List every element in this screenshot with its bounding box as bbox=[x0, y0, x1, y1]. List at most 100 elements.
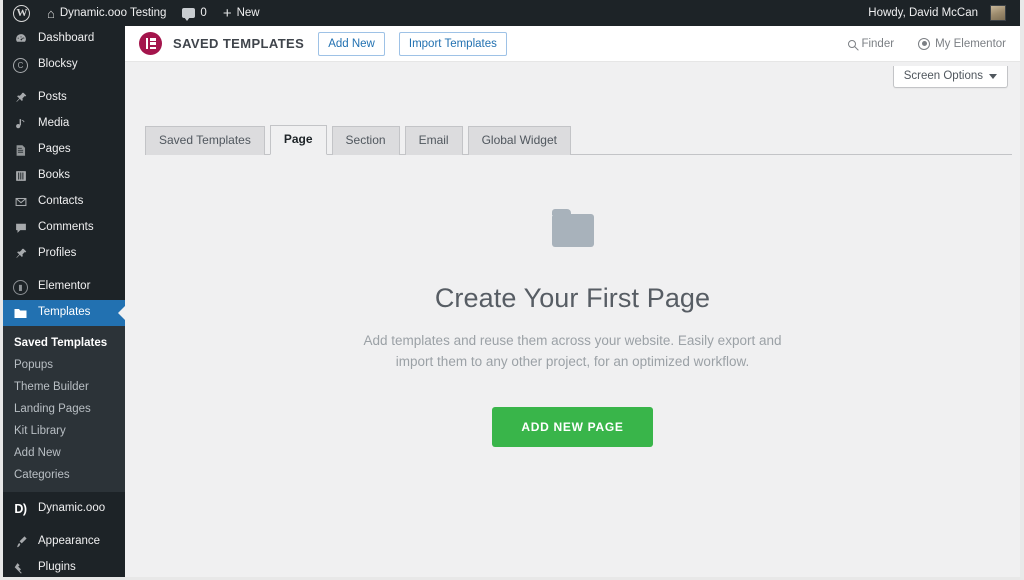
howdy-label: Howdy, David McCan bbox=[868, 7, 978, 19]
blocksy-icon: C bbox=[12, 57, 29, 74]
sidebar-item-kit-library[interactable]: Kit Library bbox=[3, 420, 125, 442]
screen-options-toggle[interactable]: Screen Options bbox=[892, 66, 1008, 88]
import-templates-button[interactable]: Import Templates bbox=[398, 31, 507, 56]
sidebar-item-dynamic-ooo[interactable]: D) Dynamic.ooo bbox=[3, 496, 125, 522]
sidebar-item-dashboard[interactable]: Dashboard bbox=[3, 26, 125, 52]
comments-menu[interactable]: 0 bbox=[174, 0, 214, 26]
sidebar-item-popups[interactable]: Popups bbox=[3, 354, 125, 376]
elementor-account-icon bbox=[918, 37, 931, 50]
account-menu[interactable]: Howdy, David McCan bbox=[860, 0, 1014, 26]
tab-global-widget[interactable]: Global Widget bbox=[467, 126, 571, 155]
sidebar-item-blocksy[interactable]: C Blocksy bbox=[3, 52, 125, 78]
finder-label: Finder bbox=[861, 37, 895, 50]
my-elementor-button[interactable]: My Elementor bbox=[918, 37, 1006, 50]
sidebar-item-comments[interactable]: Comments bbox=[3, 215, 125, 241]
plus-icon: + bbox=[222, 4, 232, 22]
sidebar-item-label: Books bbox=[38, 169, 70, 182]
sidebar-item-label: Templates bbox=[38, 306, 91, 319]
sidebar-item-label: Dynamic.ooo bbox=[38, 502, 106, 515]
sidebar-item-books[interactable]: Books bbox=[3, 163, 125, 189]
tab-page[interactable]: Page bbox=[269, 125, 327, 155]
sidebar-separator bbox=[3, 78, 125, 85]
dashboard-icon bbox=[12, 31, 29, 48]
sidebar-item-elementor[interactable]: ▮ Elementor bbox=[3, 274, 125, 300]
sidebar-item-label: Profiles bbox=[38, 247, 77, 260]
sidebar-item-theme-builder[interactable]: Theme Builder bbox=[3, 376, 125, 398]
sidebar-item-label: Elementor bbox=[38, 280, 91, 293]
sidebar-item-label: Posts bbox=[38, 91, 67, 104]
browser-window: W ⌂ Dynamic.ooo Testing 0 + New Howdy, D… bbox=[0, 0, 1024, 580]
sidebar-item-plugins[interactable]: Plugins bbox=[3, 555, 125, 577]
site-name-menu[interactable]: ⌂ Dynamic.ooo Testing bbox=[39, 0, 174, 26]
site-name-label: Dynamic.ooo Testing bbox=[59, 7, 167, 19]
new-content-menu[interactable]: + New bbox=[215, 0, 268, 26]
tab-saved-templates[interactable]: Saved Templates bbox=[145, 126, 265, 155]
comment-icon bbox=[12, 220, 29, 237]
plug-icon bbox=[12, 560, 29, 577]
empty-state-heading: Create Your First Page bbox=[434, 283, 711, 313]
page-icon bbox=[12, 142, 29, 159]
empty-state: Create Your First Page Add templates and… bbox=[125, 155, 1020, 447]
templates-submenu: Saved Templates Popups Theme Builder Lan… bbox=[3, 326, 125, 492]
avatar bbox=[990, 5, 1006, 21]
tab-section[interactable]: Section bbox=[331, 126, 400, 155]
folder-icon bbox=[551, 209, 594, 247]
sidebar-item-label: Blocksy bbox=[38, 58, 78, 71]
main-content: Screen Options Saved Templates Page Sect… bbox=[125, 62, 1020, 577]
elementor-header-right: Finder My Elementor bbox=[848, 37, 1006, 50]
sidebar-item-templates[interactable]: Templates bbox=[3, 300, 125, 326]
submenu-arrow-icon bbox=[118, 305, 125, 321]
search-icon bbox=[848, 39, 857, 48]
chevron-down-icon bbox=[989, 73, 997, 79]
sidebar-item-label: Pages bbox=[38, 143, 71, 156]
admin-sidebar: Dashboard C Blocksy Posts Media Pages Bo… bbox=[3, 26, 125, 577]
screen-meta-links: Screen Options bbox=[125, 62, 1020, 88]
sidebar-item-categories[interactable]: Categories bbox=[3, 464, 125, 486]
pin-icon bbox=[12, 90, 29, 107]
sidebar-separator bbox=[3, 267, 125, 274]
sidebar-item-saved-templates[interactable]: Saved Templates bbox=[3, 332, 125, 354]
elementor-icon: ▮ bbox=[12, 279, 29, 296]
sidebar-item-label: Dashboard bbox=[38, 32, 95, 45]
dynamic-ooo-icon: D) bbox=[14, 502, 27, 516]
sidebar-item-posts[interactable]: Posts bbox=[3, 85, 125, 111]
sidebar-item-add-new[interactable]: Add New bbox=[3, 442, 125, 464]
comment-bubble-icon bbox=[182, 8, 196, 21]
sidebar-item-landing-pages[interactable]: Landing Pages bbox=[3, 398, 125, 420]
page-title: SAVED TEMPLATES bbox=[173, 36, 305, 51]
empty-state-description-line2: import them to any other project, for an… bbox=[395, 354, 750, 369]
envelope-icon bbox=[12, 194, 29, 211]
add-new-button[interactable]: Add New bbox=[318, 31, 385, 56]
sidebar-item-media[interactable]: Media bbox=[3, 111, 125, 137]
sidebar-item-profiles[interactable]: Profiles bbox=[3, 241, 125, 267]
sidebar-item-label: Comments bbox=[38, 221, 94, 234]
sidebar-item-pages[interactable]: Pages bbox=[3, 137, 125, 163]
folder-icon bbox=[12, 305, 29, 322]
sidebar-separator bbox=[3, 522, 125, 529]
empty-state-description-line1: Add templates and reuse them across your… bbox=[363, 333, 782, 348]
my-elementor-label: My Elementor bbox=[935, 37, 1006, 50]
sidebar-item-appearance[interactable]: Appearance bbox=[3, 529, 125, 555]
sidebar-item-label: Appearance bbox=[38, 535, 101, 548]
new-label: New bbox=[236, 7, 260, 19]
screen-options-label: Screen Options bbox=[903, 70, 983, 82]
template-type-tabs: Saved Templates Page Section Email Globa… bbox=[145, 125, 1012, 155]
add-new-page-button[interactable]: ADD NEW PAGE bbox=[492, 407, 653, 447]
wordpress-logo-menu[interactable]: W bbox=[3, 0, 39, 26]
wp-admin-bar: W ⌂ Dynamic.ooo Testing 0 + New Howdy, D… bbox=[3, 0, 1020, 26]
elementor-header: SAVED TEMPLATES Add New Import Templates… bbox=[125, 26, 1020, 62]
sidebar-item-label: Contacts bbox=[38, 195, 84, 208]
sidebar-item-contacts[interactable]: Contacts bbox=[3, 189, 125, 215]
sidebar-item-label: Media bbox=[38, 117, 70, 130]
wordpress-logo-icon: W bbox=[13, 4, 30, 22]
admin-bar-right: Howdy, David McCan bbox=[860, 0, 1020, 26]
home-icon: ⌂ bbox=[47, 5, 55, 21]
finder-button[interactable]: Finder bbox=[848, 38, 894, 50]
pin-icon bbox=[12, 246, 29, 263]
book-icon bbox=[12, 168, 29, 185]
media-icon bbox=[12, 116, 29, 133]
brush-icon bbox=[12, 534, 29, 551]
elementor-logo-icon bbox=[139, 32, 162, 55]
tab-email[interactable]: Email bbox=[404, 126, 463, 155]
comments-count: 0 bbox=[200, 7, 207, 19]
